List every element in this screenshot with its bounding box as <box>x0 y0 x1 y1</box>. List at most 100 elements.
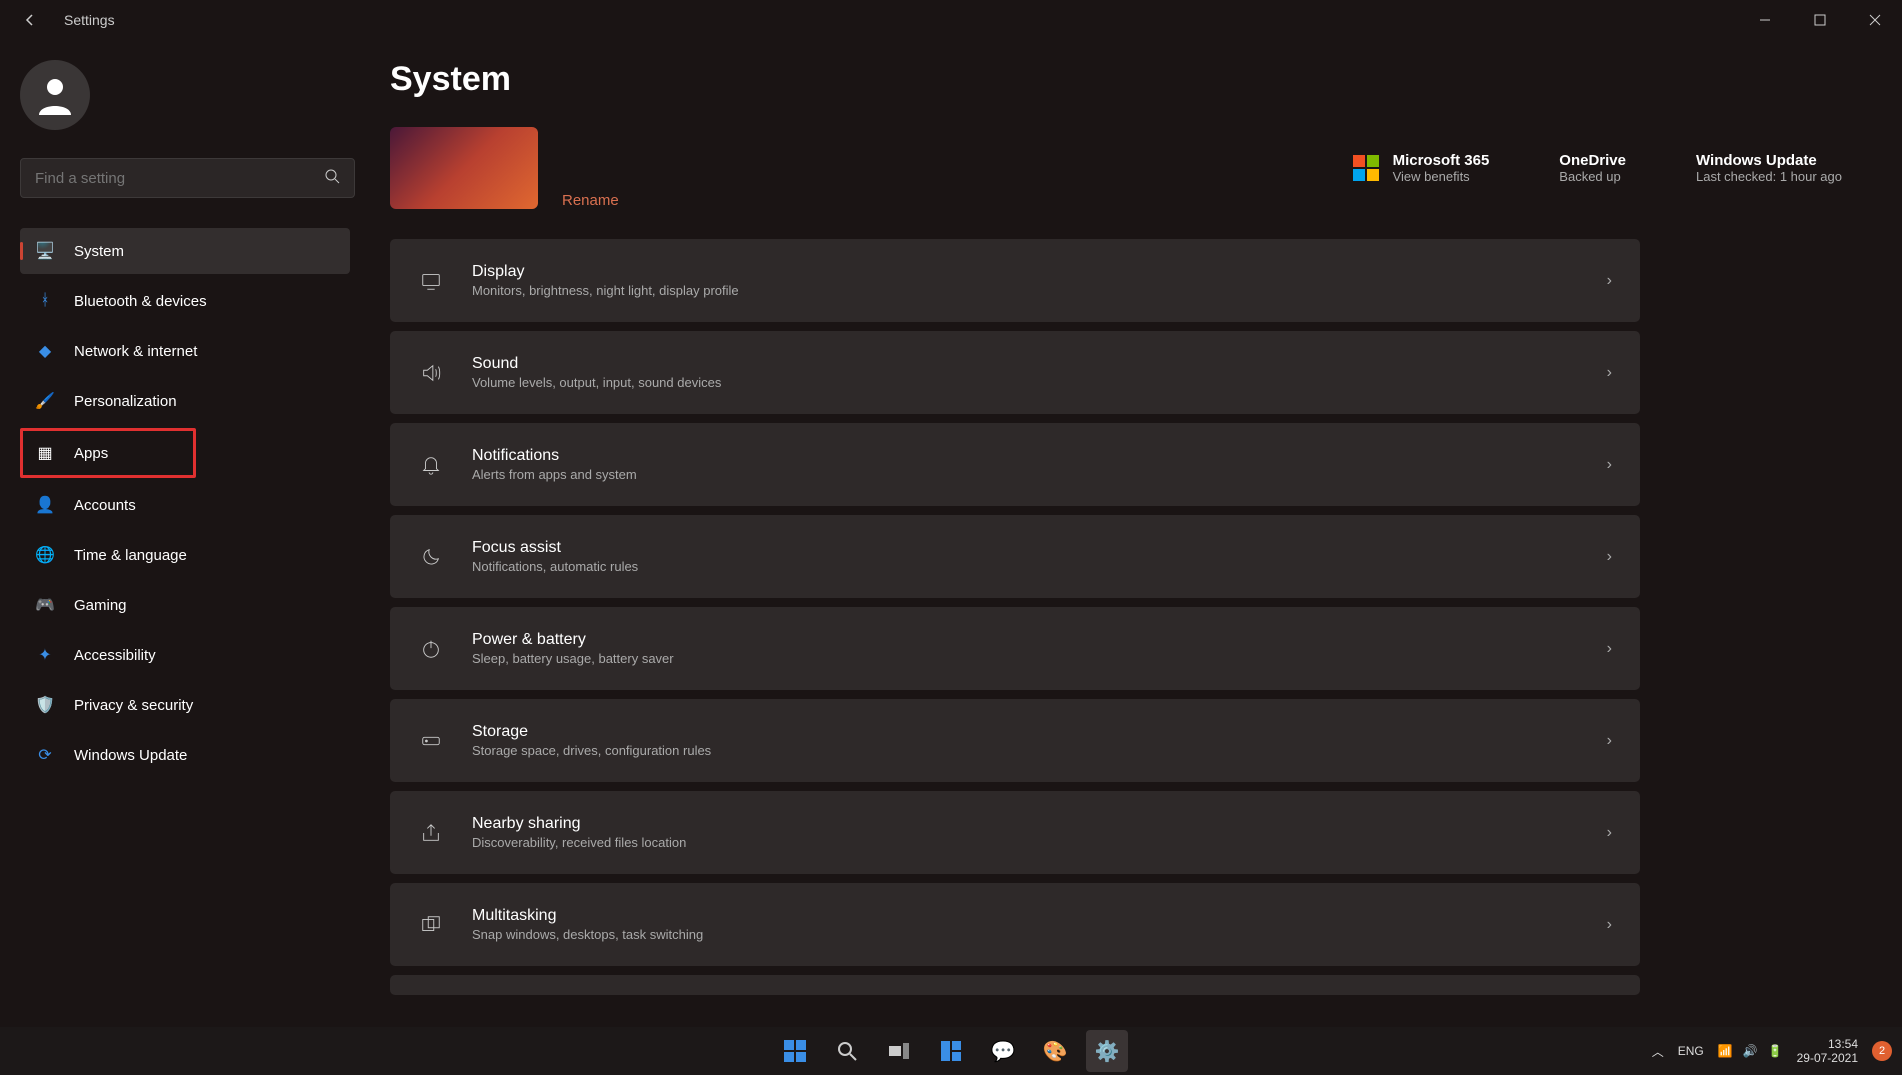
chevron-right-icon: › <box>1607 272 1612 290</box>
setting-desc: Storage space, drives, configuration rul… <box>472 743 1607 758</box>
shield-icon: 🛡️ <box>34 694 56 716</box>
setting-title: Notifications <box>472 447 1607 465</box>
setting-desc: Snap windows, desktops, task switching <box>472 927 1607 942</box>
setting-notifications[interactable]: Notifications Alerts from apps and syste… <box>390 423 1640 506</box>
nav-label: Apps <box>74 445 108 462</box>
device-thumbnail[interactable] <box>390 127 538 209</box>
setting-power[interactable]: Power & battery Sleep, battery usage, ba… <box>390 607 1640 690</box>
setting-title: Multitasking <box>472 907 1607 925</box>
nav-label: Bluetooth & devices <box>74 293 207 310</box>
update-icon: ⟳ <box>34 744 56 766</box>
tile-title: OneDrive <box>1559 152 1626 169</box>
tile-ms365[interactable]: Microsoft 365 View benefits <box>1353 152 1490 184</box>
share-icon <box>418 820 444 846</box>
chat-button[interactable]: 💬 <box>982 1030 1024 1072</box>
gamepad-icon: 🎮 <box>34 594 56 616</box>
setting-multitasking[interactable]: Multitasking Snap windows, desktops, tas… <box>390 883 1640 966</box>
tile-windows-update[interactable]: Windows Update Last checked: 1 hour ago <box>1696 152 1842 184</box>
monitor-icon: 🖥️ <box>34 240 56 262</box>
wifi-icon: ◆ <box>34 340 56 362</box>
volume-tray-icon[interactable]: 🔊 <box>1743 1044 1758 1058</box>
nav-accessibility[interactable]: ✦ Accessibility <box>20 632 350 678</box>
battery-tray-icon[interactable]: 🔋 <box>1768 1044 1783 1058</box>
microsoft-logo-icon <box>1353 155 1379 181</box>
setting-sound[interactable]: Sound Volume levels, output, input, soun… <box>390 331 1640 414</box>
taskbar: 💬 🎨 ⚙️ ︿ ENG 📶 🔊 🔋 13:54 29-07-2021 2 <box>0 1027 1902 1075</box>
nav-label: Privacy & security <box>74 697 193 714</box>
tile-sub: Last checked: 1 hour ago <box>1696 169 1842 184</box>
nav-privacy[interactable]: 🛡️ Privacy & security <box>20 682 350 728</box>
nav-update[interactable]: ⟳ Windows Update <box>20 732 350 778</box>
tile-title: Windows Update <box>1696 152 1842 169</box>
nav-bluetooth[interactable]: ᚼ Bluetooth & devices <box>20 278 350 324</box>
nav-label: System <box>74 243 124 260</box>
nav-label: Personalization <box>74 393 177 410</box>
minimize-button[interactable] <box>1737 0 1792 40</box>
nav-time[interactable]: 🌐 Time & language <box>20 532 350 578</box>
widgets-button[interactable] <box>930 1030 972 1072</box>
setting-title: Display <box>472 263 1607 281</box>
setting-focus-assist[interactable]: Focus assist Notifications, automatic ru… <box>390 515 1640 598</box>
paint-button[interactable]: 🎨 <box>1034 1030 1076 1072</box>
task-view[interactable] <box>878 1030 920 1072</box>
chevron-right-icon: › <box>1607 824 1612 842</box>
window-title: Settings <box>64 12 115 28</box>
user-avatar[interactable] <box>20 60 90 130</box>
nav-gaming[interactable]: 🎮 Gaming <box>20 582 350 628</box>
multitask-icon <box>418 912 444 938</box>
search-input[interactable] <box>35 170 324 187</box>
bluetooth-icon: ᚼ <box>34 290 56 312</box>
chevron-right-icon: › <box>1607 732 1612 750</box>
setting-title: Storage <box>472 723 1607 741</box>
setting-desc: Monitors, brightness, night light, displ… <box>472 283 1607 298</box>
language-indicator[interactable]: ENG <box>1678 1044 1704 1058</box>
display-icon <box>418 268 444 294</box>
nav-label: Time & language <box>74 547 187 564</box>
globe-icon: 🌐 <box>34 544 56 566</box>
tray-expand-icon[interactable]: ︿ <box>1652 1043 1664 1060</box>
rename-link[interactable]: Rename <box>562 192 619 209</box>
nav-accounts[interactable]: 👤 Accounts <box>20 482 350 528</box>
nav-system[interactable]: 🖥️ System <box>20 228 350 274</box>
date-label: 29-07-2021 <box>1797 1051 1858 1065</box>
setting-nearby-sharing[interactable]: Nearby sharing Discoverability, received… <box>390 791 1640 874</box>
power-icon <box>418 636 444 662</box>
header-row: Rename Microsoft 365 View benefits OneDr… <box>390 127 1842 209</box>
setting-storage[interactable]: Storage Storage space, drives, configura… <box>390 699 1640 782</box>
nav-label: Accounts <box>74 497 136 514</box>
titlebar: Settings <box>0 0 1902 40</box>
clock[interactable]: 13:54 29-07-2021 <box>1797 1037 1858 1066</box>
setting-row-partial[interactable] <box>390 975 1640 995</box>
chevron-right-icon: › <box>1607 916 1612 934</box>
settings-taskbar[interactable]: ⚙️ <box>1086 1030 1128 1072</box>
content-area: System Rename Microsoft 365 View benefit… <box>370 40 1902 1027</box>
tile-sub: View benefits <box>1393 169 1490 184</box>
chevron-right-icon: › <box>1607 640 1612 658</box>
nav-personalization[interactable]: 🖌️ Personalization <box>20 378 350 424</box>
setting-desc: Sleep, battery usage, battery saver <box>472 651 1607 666</box>
accessibility-icon: ✦ <box>34 644 56 666</box>
maximize-button[interactable] <box>1792 0 1847 40</box>
setting-display[interactable]: Display Monitors, brightness, night ligh… <box>390 239 1640 322</box>
nav-apps[interactable]: ▦ Apps <box>20 428 196 478</box>
back-button[interactable] <box>18 8 42 32</box>
search-icon <box>324 168 340 189</box>
start-button[interactable] <box>774 1030 816 1072</box>
user-icon: 👤 <box>34 494 56 516</box>
brush-icon: 🖌️ <box>34 390 56 412</box>
nav-label: Gaming <box>74 597 127 614</box>
search-box[interactable] <box>20 158 355 198</box>
tile-onedrive[interactable]: OneDrive Backed up <box>1559 152 1626 184</box>
nav-network[interactable]: ◆ Network & internet <box>20 328 350 374</box>
page-title: System <box>390 60 1842 99</box>
settings-list: Display Monitors, brightness, night ligh… <box>390 239 1640 995</box>
wifi-tray-icon[interactable]: 📶 <box>1718 1044 1733 1058</box>
nav-label: Accessibility <box>74 647 156 664</box>
close-button[interactable] <box>1847 0 1902 40</box>
setting-desc: Discoverability, received files location <box>472 835 1607 850</box>
nav-list: 🖥️ System ᚼ Bluetooth & devices ◆ Networ… <box>20 228 350 778</box>
tile-sub: Backed up <box>1559 169 1626 184</box>
notification-badge[interactable]: 2 <box>1872 1041 1892 1061</box>
setting-desc: Alerts from apps and system <box>472 467 1607 482</box>
search-taskbar[interactable] <box>826 1030 868 1072</box>
